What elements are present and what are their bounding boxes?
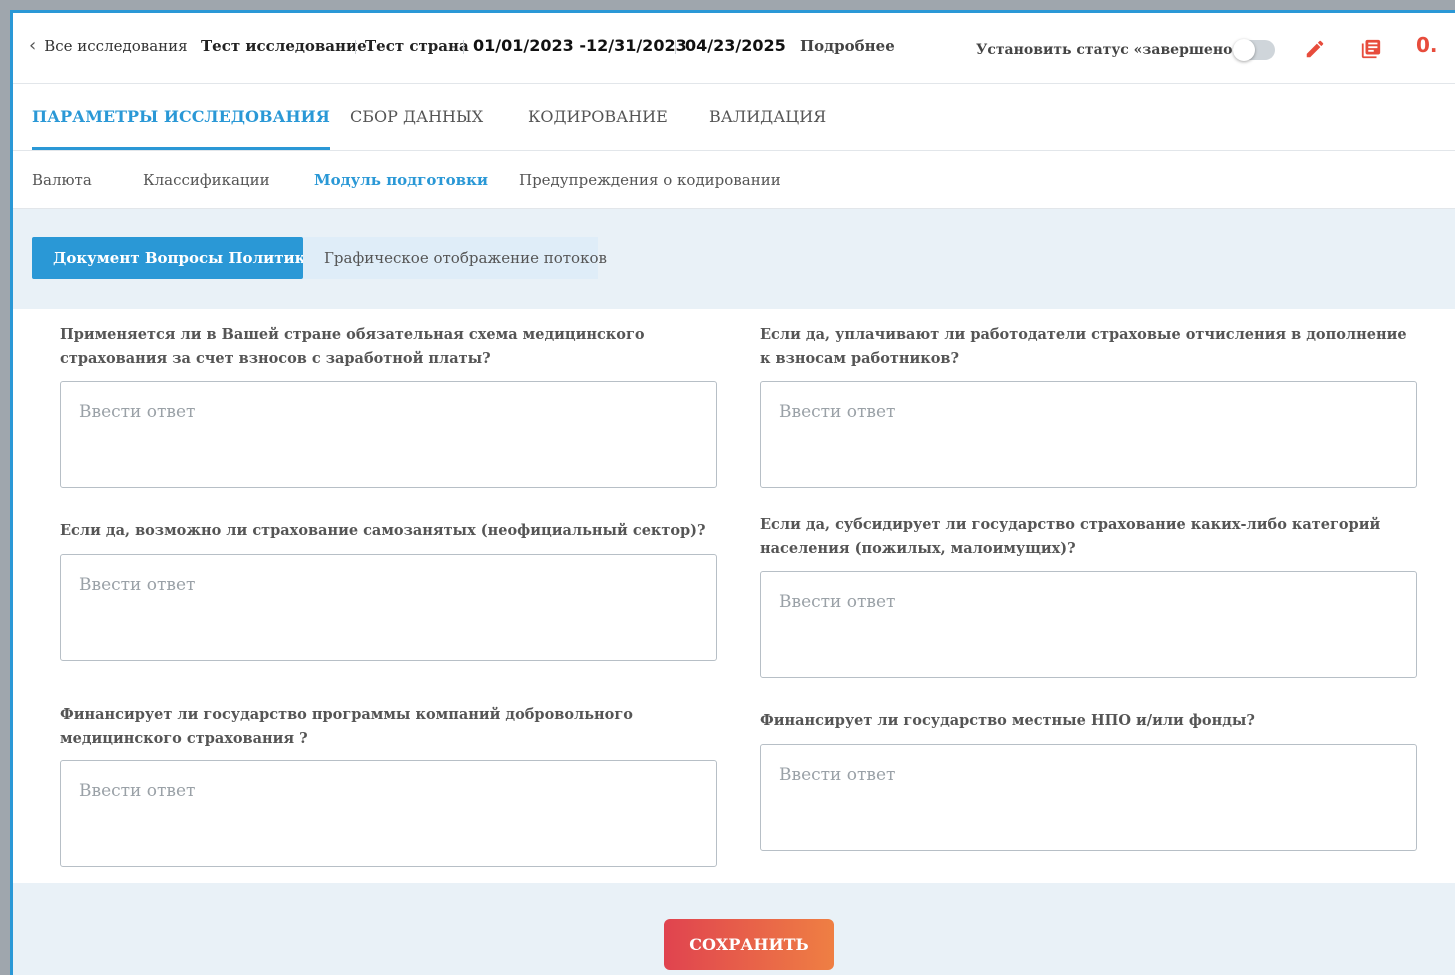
flow-graph-button[interactable]: Графическое отображение потоков bbox=[303, 237, 607, 279]
divider bbox=[675, 40, 676, 54]
question-label: Если да, уплачивают ли работодатели стра… bbox=[760, 326, 1407, 367]
tab-study-parameters[interactable]: ПАРАМЕТРЫ ИССЛЕДОВАНИЯ bbox=[32, 83, 330, 150]
study-panel: ‹ Все исследования Тест исследование Тес… bbox=[10, 10, 1455, 975]
back-link[interactable]: ‹ Все исследования bbox=[29, 35, 188, 57]
question-label: Финансирует ли государство программы ком… bbox=[60, 706, 633, 747]
tab-coding[interactable]: КОДИРОВАНИЕ bbox=[528, 83, 668, 147]
subtab-classifications[interactable]: Классификации bbox=[143, 151, 270, 209]
chevron-left-icon: ‹ bbox=[29, 35, 37, 56]
answer-field[interactable] bbox=[60, 760, 717, 867]
question-label: Если да, субсидирует ли государство стра… bbox=[760, 516, 1381, 557]
subtab-currency[interactable]: Валюта bbox=[32, 151, 92, 209]
subtab-coding-warnings[interactable]: Предупреждения о кодировании bbox=[519, 151, 781, 209]
toggle-knob[interactable] bbox=[1233, 39, 1255, 61]
answer-field[interactable] bbox=[760, 744, 1417, 851]
question-label: Финансирует ли государство местные НПО и… bbox=[760, 712, 1255, 729]
back-label: Все исследования bbox=[44, 37, 188, 55]
main-tabs: ПАРАМЕТРЫ ИССЛЕДОВАНИЯ СБОР ДАННЫХ КОДИР… bbox=[13, 83, 1455, 151]
form-footer: СОХРАНИТЬ bbox=[13, 883, 1455, 975]
question-label: Если да, возможно ли страхование самозан… bbox=[60, 522, 706, 539]
pencil-icon[interactable] bbox=[1301, 35, 1329, 63]
answer-field[interactable] bbox=[60, 554, 717, 661]
sub-tabs: Валюта Классификации Модуль подготовки П… bbox=[13, 151, 1455, 209]
answer-field[interactable] bbox=[60, 381, 717, 488]
save-button[interactable]: СОХРАНИТЬ bbox=[664, 919, 834, 970]
answer-field[interactable] bbox=[760, 381, 1417, 488]
status-label: Установить статус «завершено» bbox=[976, 42, 1242, 58]
divider bbox=[355, 40, 356, 54]
view-toggle-band: Документ Вопросы Политики Графическое от… bbox=[13, 209, 1455, 309]
question-label: Применяется ли в Вашей стране обязательн… bbox=[60, 326, 645, 367]
policy-questions-button[interactable]: Документ Вопросы Политики bbox=[32, 237, 317, 279]
tab-validation[interactable]: ВАЛИДАЦИЯ bbox=[709, 83, 826, 147]
answer-field[interactable] bbox=[760, 571, 1417, 678]
document-list-icon[interactable] bbox=[1357, 35, 1385, 63]
study-name: Тест исследование bbox=[201, 37, 367, 55]
subtab-preparation-module[interactable]: Модуль подготовки bbox=[314, 151, 488, 209]
details-link[interactable]: Подробнее bbox=[800, 35, 895, 57]
divider bbox=[463, 40, 464, 54]
counter-badge: 0. bbox=[1416, 33, 1438, 57]
date: 04/23/2025 bbox=[685, 36, 786, 55]
tab-data-collection[interactable]: СБОР ДАННЫХ bbox=[350, 83, 483, 147]
study-header: ‹ Все исследования Тест исследование Тес… bbox=[13, 13, 1455, 84]
country-name: Тест страна bbox=[365, 37, 469, 55]
date-range: 01/01/2023 -12/31/2023 bbox=[473, 36, 687, 55]
